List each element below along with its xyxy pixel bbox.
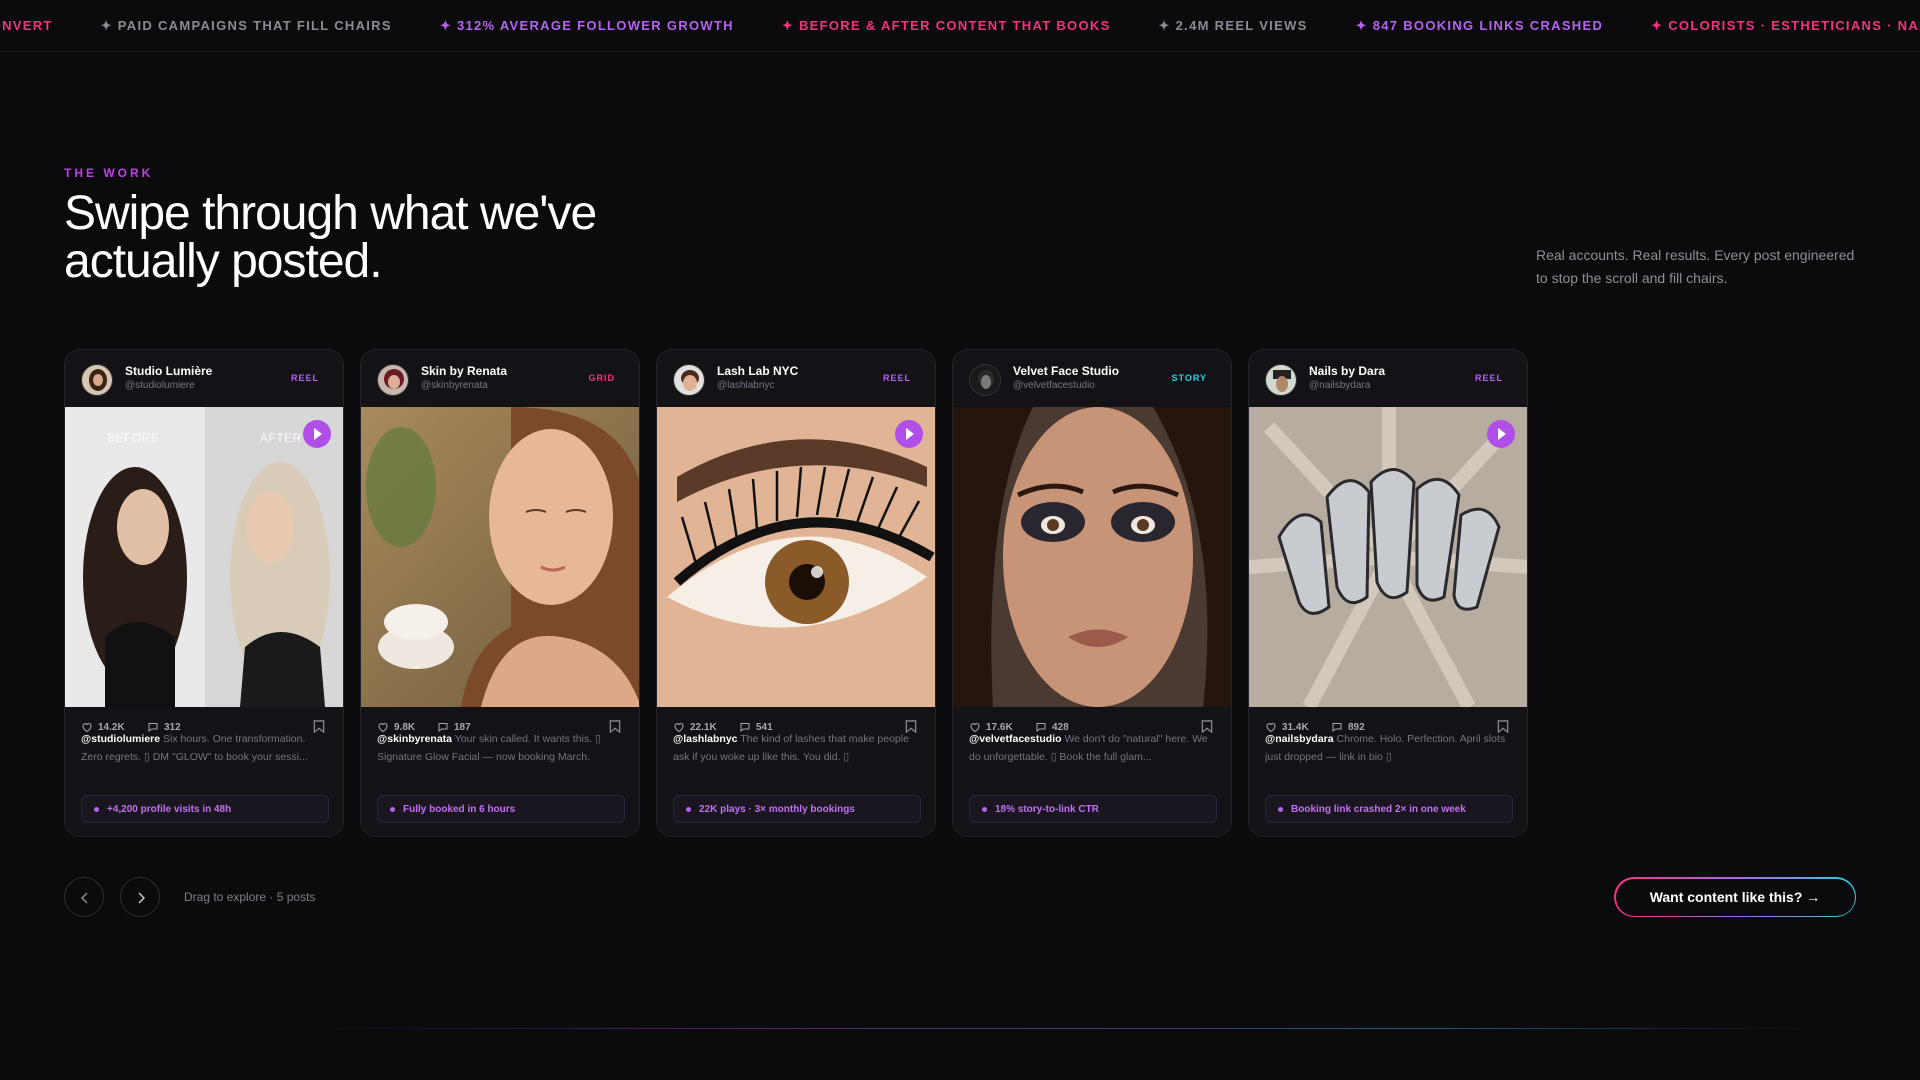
section-title: Swipe through what we've actually posted… bbox=[64, 187, 597, 288]
ticker-item: ✦ 312% AVERAGE FOLLOWER GROWTH bbox=[439, 18, 734, 33]
caption-handle: @studiolumiere bbox=[81, 733, 161, 745]
account-name: Velvet Face Studio bbox=[1013, 364, 1120, 378]
result-badge: +4,200 profile visits in 48h bbox=[81, 795, 329, 823]
post-type-badge: REEL bbox=[290, 373, 319, 383]
cta-button[interactable]: Want content like this? → bbox=[1614, 877, 1856, 917]
account-name: Nails by Dara bbox=[1309, 364, 1386, 378]
post-caption: @lashlabnyc The kind of lashes that make… bbox=[673, 730, 921, 766]
section-description: Real accounts. Real results. Every post … bbox=[1536, 247, 1855, 286]
post-image[interactable] bbox=[953, 407, 1231, 707]
account-name: Studio Lumière bbox=[125, 364, 213, 378]
post-card[interactable]: Skin by Renata @skinbyrenata GRID 9.8K 1… bbox=[360, 349, 640, 837]
dot-icon bbox=[982, 806, 987, 812]
next-button[interactable] bbox=[120, 877, 160, 917]
previous-button[interactable] bbox=[64, 877, 104, 917]
post-image[interactable] bbox=[1249, 407, 1527, 707]
result-text: Booking link crashed 2× in one week bbox=[1291, 803, 1466, 815]
post-card[interactable]: Nails by Dara @nailsbydara REEL 31.4K 89… bbox=[1248, 349, 1528, 837]
cta-label: Want content like this? → bbox=[1615, 878, 1855, 916]
divider bbox=[0, 1028, 1920, 1029]
ticker-item: ✦ BEFORE & AFTER CONTENT THAT BOOKS bbox=[781, 18, 1111, 33]
caption-handle: @velvetfacestudio bbox=[969, 733, 1062, 745]
avatar bbox=[1265, 364, 1297, 396]
post-image[interactable] bbox=[361, 407, 639, 707]
post-type-badge: STORY bbox=[1171, 373, 1207, 383]
post-type-badge: REEL bbox=[1474, 373, 1503, 383]
avatar bbox=[673, 364, 705, 396]
chevron-right-icon bbox=[138, 892, 146, 904]
account-handle: @nailsbydara bbox=[1309, 380, 1371, 391]
post-header: Skin by Renata @skinbyrenata GRID bbox=[361, 350, 639, 407]
post-carousel[interactable]: Studio Lumière @studiolumiere REEL BEFOR… bbox=[64, 349, 1528, 837]
avatar bbox=[81, 364, 113, 396]
post-card[interactable]: Velvet Face Studio @velvetfacestudio STO… bbox=[952, 349, 1232, 837]
post-header: Velvet Face Studio @velvetfacestudio STO… bbox=[953, 350, 1231, 407]
chevron-left-icon bbox=[80, 892, 88, 904]
post-caption: @velvetfacestudio We don't do "natural" … bbox=[969, 730, 1217, 766]
result-badge: Fully booked in 6 hours bbox=[377, 795, 625, 823]
account-handle: @studiolumiere bbox=[125, 380, 195, 391]
post-image[interactable]: BEFORE AFTER bbox=[65, 407, 343, 707]
dot-icon bbox=[1278, 806, 1283, 812]
post-card[interactable]: Lash Lab NYC @lashlabnyc REEL 22.1K 541 … bbox=[656, 349, 936, 837]
caption-handle: @skinbyrenata bbox=[377, 733, 453, 745]
account-name: Lash Lab NYC bbox=[717, 364, 799, 378]
avatar bbox=[969, 364, 1001, 396]
post-caption: @studiolumiere Six hours. One transforma… bbox=[81, 730, 329, 766]
post-header: Nails by Dara @nailsbydara REEL bbox=[1249, 350, 1527, 407]
post-type-badge: REEL bbox=[882, 373, 911, 383]
result-text: Fully booked in 6 hours bbox=[403, 803, 516, 815]
dot-icon bbox=[390, 806, 395, 812]
dot-icon bbox=[94, 806, 99, 812]
post-header: Studio Lumière @studiolumiere REEL bbox=[65, 350, 343, 407]
ticker-item: ✦ COLORISTS · ESTHETICIANS · NAIL ARTIST… bbox=[1651, 18, 1920, 33]
post-image[interactable] bbox=[657, 407, 935, 707]
caption-handle: @lashlabnyc bbox=[673, 733, 738, 745]
account-name: Skin by Renata bbox=[421, 364, 508, 378]
account-handle: @skinbyrenata bbox=[421, 380, 488, 391]
ticker-item: ✦ 2.4M REEL VIEWS bbox=[1158, 18, 1308, 33]
post-header: Lash Lab NYC @lashlabnyc REEL bbox=[657, 350, 935, 407]
ticker-item: ✦ PAID CAMPAIGNS THAT FILL CHAIRS bbox=[100, 18, 392, 33]
before-label: BEFORE bbox=[107, 431, 160, 445]
dot-icon bbox=[686, 806, 691, 812]
post-type-badge: GRID bbox=[588, 373, 615, 383]
result-text: 22K plays · 3× monthly bookings bbox=[699, 803, 855, 815]
result-text: 18% story-to-link CTR bbox=[995, 803, 1099, 815]
ticker-item: ✦ 847 BOOKING LINKS CRASHED bbox=[1355, 18, 1604, 33]
play-icon[interactable] bbox=[303, 420, 331, 448]
ticker-item: CONVERT bbox=[0, 18, 53, 33]
post-card[interactable]: Studio Lumière @studiolumiere REEL BEFOR… bbox=[64, 349, 344, 837]
marquee-ticker: CONVERT ✦ PAID CAMPAIGNS THAT FILL CHAIR… bbox=[0, 0, 1920, 52]
play-icon[interactable] bbox=[1487, 420, 1515, 448]
account-handle: @lashlabnyc bbox=[717, 380, 775, 391]
post-caption: @nailsbydara Chrome. Holo. Perfection. A… bbox=[1265, 730, 1513, 766]
result-text: +4,200 profile visits in 48h bbox=[107, 803, 232, 815]
section-eyebrow: THE WORK bbox=[64, 166, 154, 180]
avatar bbox=[377, 364, 409, 396]
post-caption: @skinbyrenata Your skin called. It wants… bbox=[377, 730, 625, 766]
account-handle: @velvetfacestudio bbox=[1013, 380, 1095, 391]
caption-handle: @nailsbydara bbox=[1265, 733, 1334, 745]
after-label: AFTER bbox=[260, 431, 302, 445]
result-badge: 18% story-to-link CTR bbox=[969, 795, 1217, 823]
result-badge: Booking link crashed 2× in one week bbox=[1265, 795, 1513, 823]
drag-hint: Drag to explore · 5 posts bbox=[184, 890, 316, 904]
play-icon[interactable] bbox=[895, 420, 923, 448]
result-badge: 22K plays · 3× monthly bookings bbox=[673, 795, 921, 823]
